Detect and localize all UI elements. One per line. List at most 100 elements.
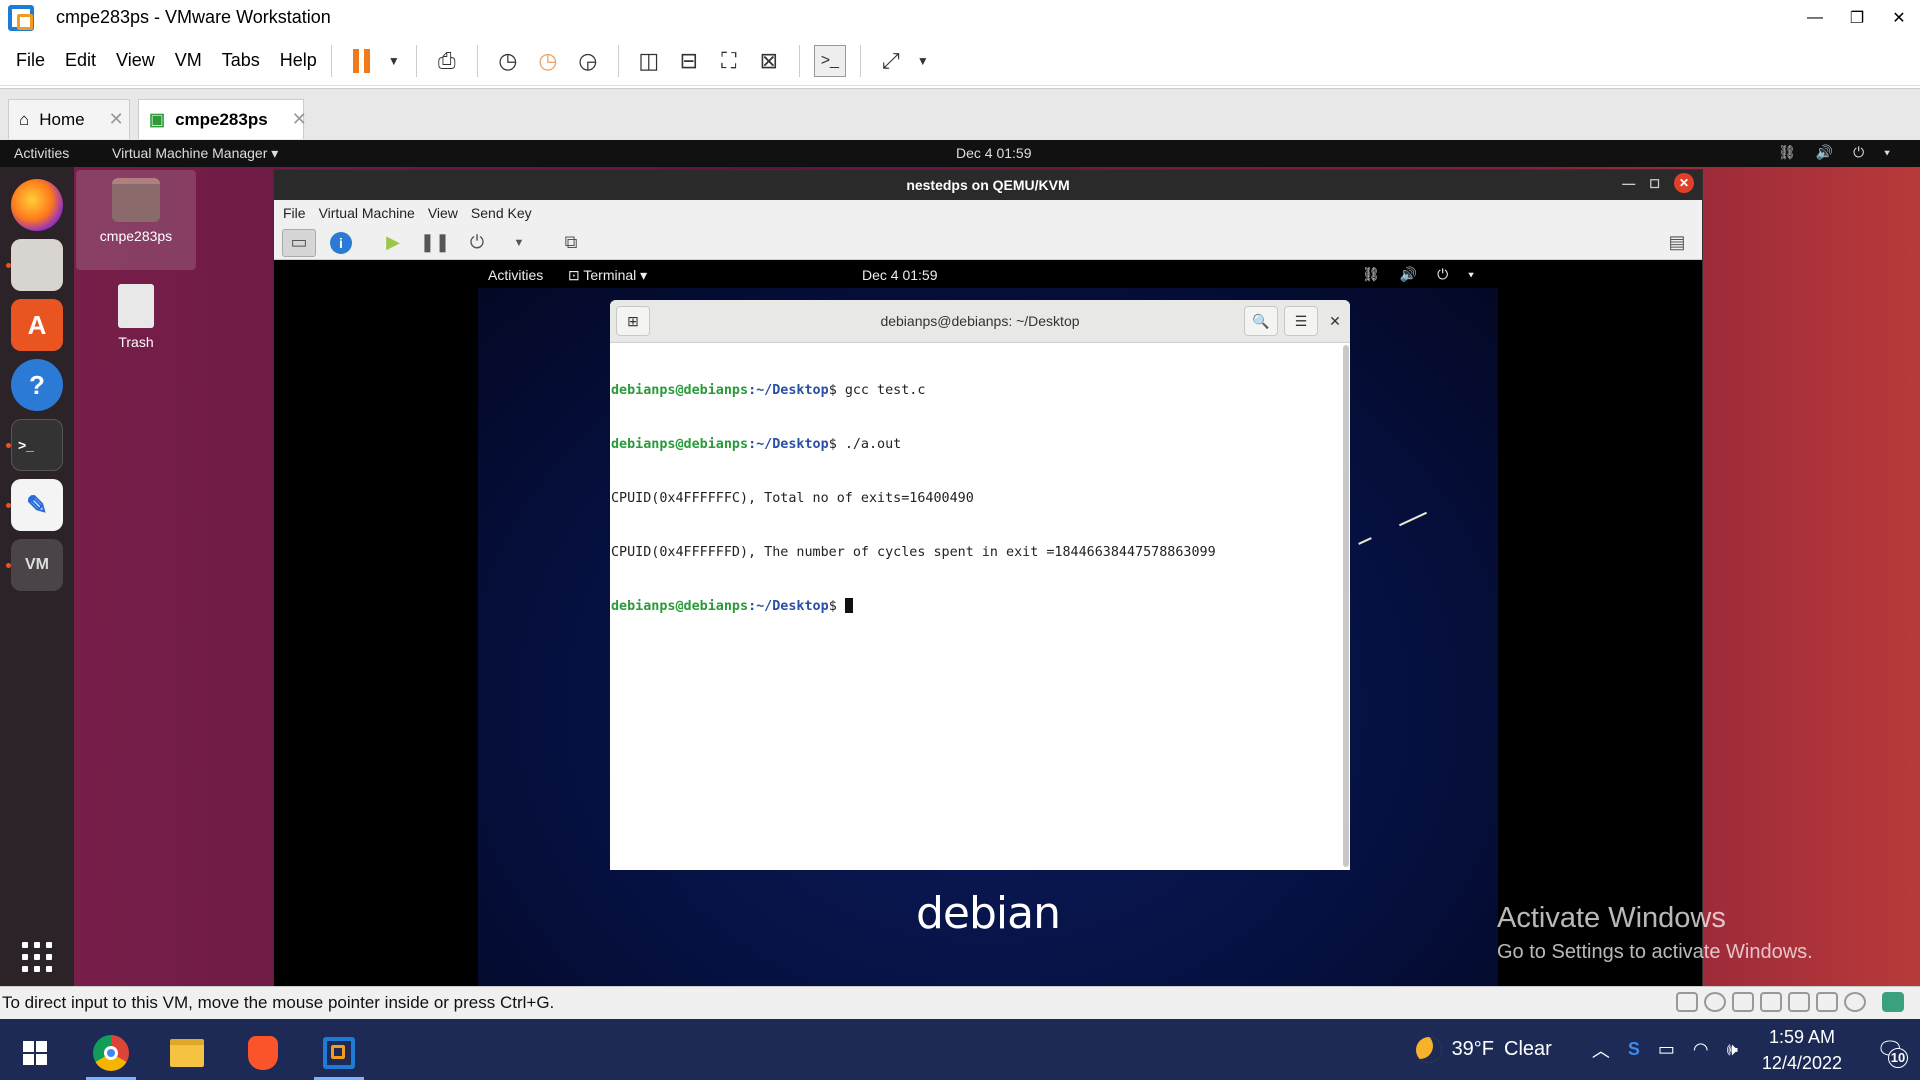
chevron-up-icon[interactable]: ︿ bbox=[1592, 1037, 1610, 1063]
snapshots-icon[interactable]: ⧉ bbox=[554, 229, 588, 257]
notification-center-button[interactable]: 🗨 10 bbox=[1870, 1030, 1910, 1070]
close-button[interactable]: ✕ bbox=[1878, 0, 1920, 35]
help-icon[interactable]: ? bbox=[11, 359, 63, 411]
details-info-icon[interactable]: i bbox=[324, 229, 358, 257]
debian-activities[interactable]: Activities bbox=[488, 267, 543, 283]
hamburger-menu-icon[interactable]: ☰ bbox=[1284, 306, 1318, 336]
guest-ubuntu-desktop[interactable]: Activities Virtual Machine Manager ▾ Dec… bbox=[0, 140, 1920, 986]
battery-icon[interactable]: ▭ bbox=[1658, 1039, 1675, 1060]
terminal-close-icon[interactable]: ✕ bbox=[1322, 306, 1348, 336]
software-icon[interactable]: A bbox=[11, 299, 63, 351]
stretch-dropdown-icon[interactable]: ▼ bbox=[915, 45, 931, 77]
snapshot-take-icon[interactable]: ◷ bbox=[492, 45, 524, 77]
prompt-user: debianps@debianps bbox=[611, 437, 749, 452]
hard-disk-icon[interactable] bbox=[1676, 992, 1698, 1012]
fullscreen-toggle-icon[interactable]: ▤ bbox=[1660, 229, 1694, 257]
thumbnail-bar-icon[interactable]: ⊟ bbox=[673, 45, 705, 77]
terminal-window[interactable]: ⊞ debianps@debianps: ~/Desktop 🔍 ☰ ✕ deb… bbox=[610, 300, 1350, 870]
menu-view[interactable]: View bbox=[116, 50, 155, 71]
display-icon[interactable] bbox=[1844, 992, 1866, 1012]
files-icon[interactable] bbox=[11, 239, 63, 291]
desktop-icon-home[interactable]: cmpe283ps bbox=[76, 170, 196, 270]
text-editor-icon[interactable]: ✎ bbox=[11, 479, 63, 531]
minimize-button[interactable]: — bbox=[1794, 0, 1836, 35]
new-tab-icon[interactable]: ⊞ bbox=[616, 306, 650, 336]
power-dropdown-icon[interactable]: ▼ bbox=[386, 45, 402, 77]
network-adapter-icon[interactable] bbox=[1732, 992, 1754, 1012]
virt-manager-title: nestedps on QEMU/KVM bbox=[906, 177, 1070, 193]
tab-home-close-icon[interactable]: ✕ bbox=[109, 109, 124, 130]
vmware-menubar: File Edit View VM Tabs Help ▼ ⎙ ◷ ◷ ◶ ◫ … bbox=[0, 36, 1920, 86]
snapshot-manager-icon[interactable]: ◶ bbox=[572, 45, 604, 77]
toolbar-separator bbox=[859, 44, 861, 77]
tab-cmpe283ps-close-icon[interactable]: ✕ bbox=[292, 109, 307, 130]
messages-icon[interactable] bbox=[1882, 992, 1904, 1012]
toolbar-separator bbox=[330, 44, 332, 77]
file-explorer-taskbar-button[interactable] bbox=[158, 1025, 216, 1080]
pause-vm-button[interactable] bbox=[346, 45, 378, 77]
menu-edit[interactable]: Edit bbox=[65, 50, 96, 71]
terminal-scrollbar[interactable] bbox=[1343, 345, 1349, 867]
pause-vm-icon[interactable]: ❚❚ bbox=[418, 229, 452, 257]
background-streak bbox=[1358, 537, 1372, 545]
command-text: ./a.out bbox=[844, 437, 902, 452]
unity-icon[interactable]: ⊠ bbox=[753, 45, 785, 77]
ubuntu-activities[interactable]: Activities bbox=[14, 145, 69, 161]
chrome-taskbar-button[interactable] bbox=[82, 1025, 140, 1080]
debian-clock[interactable]: Dec 4 01:59 bbox=[862, 267, 938, 283]
printer-icon[interactable] bbox=[1788, 992, 1810, 1012]
volume-icon[interactable]: 🕪 bbox=[1727, 1039, 1738, 1060]
sound-icon[interactable] bbox=[1816, 992, 1838, 1012]
shutdown-icon[interactable]: ⏻ bbox=[460, 229, 494, 257]
virt-minimize-icon[interactable]: — bbox=[1622, 176, 1635, 191]
menu-help[interactable]: Help bbox=[280, 50, 317, 71]
stretch-guest-icon[interactable]: ⤢ bbox=[875, 45, 907, 77]
ubuntu-top-bar: Activities Virtual Machine Manager ▾ Dec… bbox=[0, 140, 1920, 167]
show-library-icon[interactable]: ◫ bbox=[633, 45, 665, 77]
debian-guest-display[interactable]: Activities ⊡ Terminal ▾ Dec 4 01:59 ⛓ 🔊 … bbox=[274, 262, 1702, 986]
console-monitor-icon[interactable]: ▭ bbox=[282, 228, 316, 257]
weather-widget[interactable]: 39°F Clear bbox=[1415, 1036, 1552, 1063]
menu-file[interactable]: File bbox=[16, 50, 45, 71]
vmware-taskbar-button[interactable] bbox=[310, 1025, 368, 1080]
send-ctrl-alt-del-icon[interactable]: ⎙ bbox=[431, 45, 463, 77]
debian-app-menu[interactable]: ⊡ Terminal ▾ bbox=[568, 267, 647, 284]
usb-icon[interactable] bbox=[1760, 992, 1782, 1012]
firefox-icon[interactable] bbox=[11, 179, 63, 231]
virt-menu-send-key[interactable]: Send Key bbox=[471, 205, 532, 221]
tab-home[interactable]: ⌂ Home ✕ bbox=[8, 99, 130, 139]
run-icon[interactable]: ▶ bbox=[376, 229, 410, 257]
windows-start-button[interactable] bbox=[6, 1025, 64, 1080]
virt-menu-virtual-machine[interactable]: Virtual Machine bbox=[319, 205, 415, 221]
prompt-symbol: $ bbox=[828, 599, 845, 614]
ubuntu-clock[interactable]: Dec 4 01:59 bbox=[956, 145, 1032, 161]
ubuntu-system-menu[interactable]: ⛓ 🔊 ⏻ ▾ bbox=[1778, 144, 1898, 161]
show-apps-icon[interactable] bbox=[22, 942, 52, 972]
wifi-icon[interactable]: ◠ bbox=[1693, 1039, 1709, 1060]
menu-tabs[interactable]: Tabs bbox=[222, 50, 260, 71]
cd-drive-icon[interactable] bbox=[1704, 992, 1726, 1012]
tray-app-icon[interactable]: S bbox=[1628, 1039, 1640, 1060]
ubuntu-app-menu[interactable]: Virtual Machine Manager ▾ bbox=[112, 145, 278, 162]
terminal-icon[interactable]: >_ bbox=[11, 419, 63, 471]
virt-menu-file[interactable]: File bbox=[283, 205, 306, 221]
tab-cmpe283ps[interactable]: ▣ cmpe283ps ✕ bbox=[138, 99, 307, 139]
virt-manager-icon[interactable]: VM bbox=[11, 539, 63, 591]
fullscreen-icon[interactable]: ⛶ bbox=[713, 45, 745, 77]
brave-taskbar-button[interactable] bbox=[234, 1025, 292, 1080]
virt-close-icon[interactable]: ✕ bbox=[1674, 173, 1694, 193]
virt-maximize-icon[interactable]: ◻ bbox=[1649, 175, 1660, 191]
restore-button[interactable]: ❐ bbox=[1836, 0, 1878, 35]
desktop-icon-trash[interactable]: Trash bbox=[76, 276, 196, 350]
virt-menu-view[interactable]: View bbox=[428, 205, 458, 221]
snapshot-revert-icon[interactable]: ◷ bbox=[532, 45, 564, 77]
taskbar-clock[interactable]: 1:59 AM 12/4/2022 bbox=[1762, 1024, 1842, 1076]
command-text: gcc test.c bbox=[844, 383, 926, 398]
search-icon[interactable]: 🔍 bbox=[1244, 306, 1278, 336]
console-view-icon[interactable]: >_ bbox=[813, 44, 846, 77]
prompt-user: debianps@debianps bbox=[611, 383, 749, 398]
terminal-output[interactable]: debianps@debianps:~/Desktop$ gcc test.c … bbox=[610, 343, 1350, 655]
shutdown-dropdown-icon[interactable]: ▼ bbox=[502, 229, 536, 257]
menu-vm[interactable]: VM bbox=[175, 50, 202, 71]
debian-system-menu[interactable]: ⛓ 🔊 ⏻ ▾ bbox=[1362, 266, 1482, 283]
